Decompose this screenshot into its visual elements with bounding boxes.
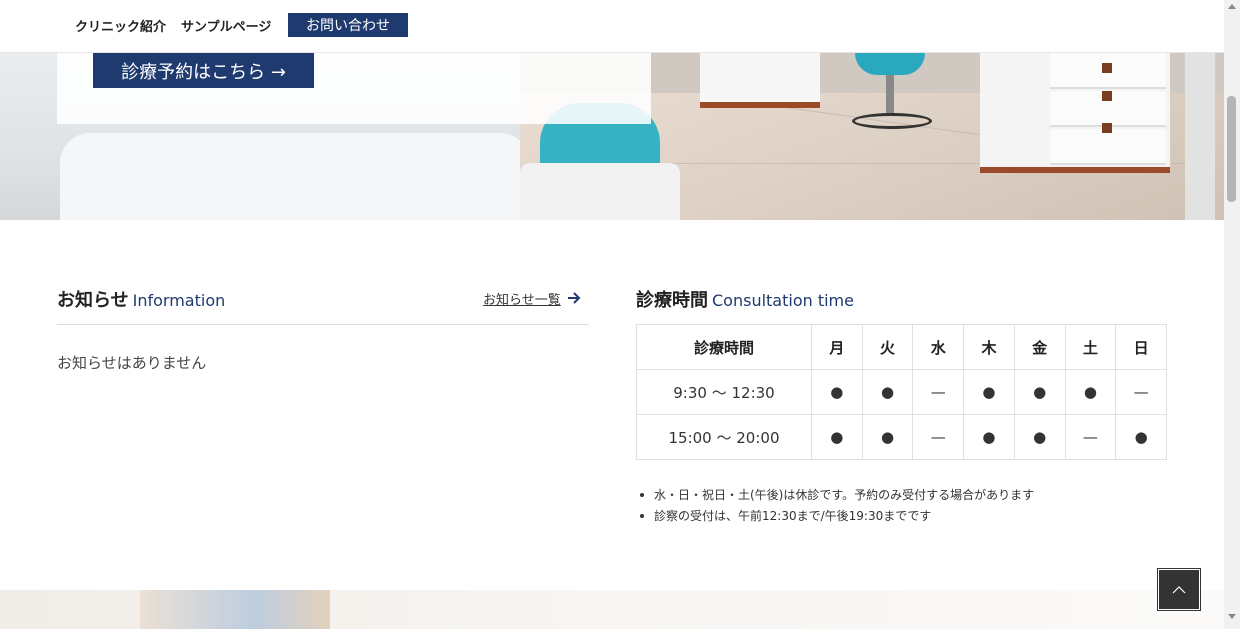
hero-image: 診療予約はこちら → [0, 53, 1224, 220]
table-header-cell: 金 [1013, 324, 1066, 370]
information-list-link[interactable]: お知らせ一覧 [483, 289, 581, 308]
information-list-link-label: お知らせ一覧 [483, 293, 561, 308]
reserve-button[interactable]: 診療予約はこちら → [93, 53, 314, 88]
vertical-scrollbar[interactable] [1224, 0, 1240, 629]
information-title: お知らせ [57, 290, 129, 311]
availability-mark: ● [963, 369, 1015, 415]
availability-mark: ● [1064, 369, 1117, 415]
table-header-cell: 土 [1064, 324, 1117, 370]
consultation-heading: 診療時間 Consultation time [636, 286, 854, 312]
consultation-title: 診療時間 [636, 290, 708, 311]
table-row: 15:00 〜 20:00 ● ● — ● ● — ● [636, 414, 1167, 460]
hero-photo-sink [60, 133, 530, 220]
availability-mark: ● [1013, 414, 1066, 460]
hero-photo-knob [1102, 63, 1112, 73]
table-header-cell: 火 [861, 324, 914, 370]
table-header-cell: 月 [811, 324, 863, 370]
time-slot-cell: 15:00 〜 20:00 [636, 414, 812, 460]
scrollbar-thumb[interactable] [1227, 96, 1236, 202]
hero-photo-cabinet [700, 53, 820, 108]
availability-mark: ● [811, 414, 863, 460]
availability-mark: ● [811, 369, 863, 415]
nav-contact-button[interactable]: お問い合わせ [288, 13, 408, 37]
information-heading: お知らせ Information [57, 286, 225, 312]
hero-photo-stool [886, 75, 894, 115]
availability-mark: — [1115, 369, 1167, 415]
hero-card: 診療予約はこちら → [57, 53, 651, 124]
page-top-button[interactable] [1157, 568, 1201, 611]
table-header-row: 診療時間 月 火 水 木 金 土 日 [636, 324, 1167, 370]
scroll-up-arrow-icon[interactable] [1228, 4, 1236, 9]
information-empty-message: お知らせはありません [57, 354, 207, 372]
nav-sample-link[interactable]: サンプルページ [181, 16, 271, 35]
time-slot-cell: 9:30 〜 12:30 [636, 369, 812, 415]
nav-clinic-link[interactable]: クリニック紹介 [75, 16, 166, 35]
table-header-cell: 水 [912, 324, 965, 370]
hero-photo-stool [855, 53, 925, 75]
table-header-cell: 日 [1115, 324, 1167, 370]
hero-photo-knob [1102, 123, 1112, 133]
hero-photo-stool [852, 113, 932, 129]
chevron-up-icon [1172, 582, 1186, 598]
consultation-notes: 水・日・祝日・土(午後)は休診です。予約のみ受付する場合があります 診察の受付は… [639, 485, 1034, 527]
table-row: 9:30 〜 12:30 ● ● — ● ● ● — [636, 369, 1167, 415]
hero-photo-pillar [1185, 53, 1215, 220]
availability-mark: ● [861, 414, 914, 460]
availability-mark: ● [861, 369, 914, 415]
information-divider [57, 324, 589, 325]
availability-mark: ● [963, 414, 1015, 460]
arrow-right-icon [567, 289, 581, 308]
scroll-down-arrow-icon[interactable] [1228, 614, 1236, 619]
availability-mark: ● [1115, 414, 1167, 460]
table-header-cell: 診療時間 [636, 324, 812, 370]
table-header-cell: 木 [963, 324, 1015, 370]
note-item: 水・日・祝日・土(午後)は休診です。予約のみ受付する場合があります [639, 485, 1034, 506]
consultation-title-en: Consultation time [712, 291, 854, 310]
hero-photo-drawer [1050, 129, 1166, 165]
note-item: 診察の受付は、午前12:30まで/午後19:30までです [639, 506, 1034, 527]
consultation-table: 診療時間 月 火 水 木 金 土 日 9:30 〜 12:30 ● ● — ● … [636, 324, 1167, 460]
site-header: クリニック紹介 サンプルページ お問い合わせ [0, 0, 1224, 53]
information-title-en: Information [132, 291, 226, 310]
bottom-image-decoration [140, 590, 330, 629]
hero-photo-dental-chair [520, 163, 680, 220]
availability-mark: ● [1013, 369, 1066, 415]
availability-mark: — [912, 414, 965, 460]
availability-mark: — [1064, 414, 1117, 460]
availability-mark: — [912, 369, 965, 415]
hero-photo-knob [1102, 91, 1112, 101]
